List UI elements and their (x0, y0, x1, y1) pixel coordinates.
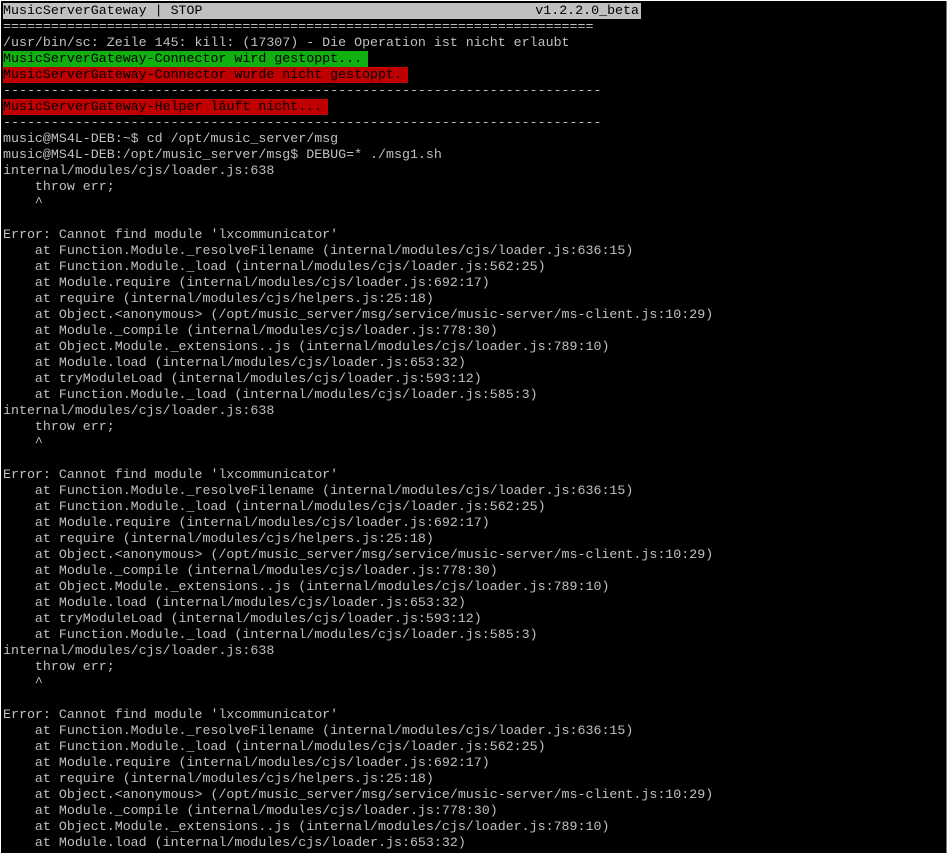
stack-trace-line: at Module.load (internal/modules/cjs/loa… (3, 355, 466, 370)
error-message-line: Error: Cannot find module 'lxcommunicato… (3, 467, 339, 482)
error-header-line: ^ (3, 195, 43, 210)
shell-command-line: music@MS4L-DEB:/opt/music_server/msg$ DE… (3, 147, 442, 162)
error-header-line: ^ (3, 435, 43, 450)
stack-trace-line: at Module.require (internal/modules/cjs/… (3, 755, 490, 770)
stack-trace-line: at Function.Module._load (internal/modul… (3, 259, 546, 274)
error-message-line: Error: Cannot find module 'lxcommunicato… (3, 707, 339, 722)
stack-trace-line: at tryModuleLoad (internal/modules/cjs/l… (3, 371, 482, 386)
stack-trace-line: at Object.<anonymous> (/opt/music_server… (3, 307, 714, 322)
stack-trace-line: at Object.Module._extensions..js (intern… (3, 339, 610, 354)
stack-trace-line: at Module.load (internal/modules/cjs/loa… (3, 595, 466, 610)
connector-stopping-line: MusicServerGateway-Connector wird gestop… (3, 51, 713, 67)
stack-trace-line: at Function.Module._resolveFilename (int… (3, 243, 634, 258)
helper-status-line: MusicServerGateway-Helper läuft nicht... (3, 99, 713, 115)
stack-trace-line: at Module._compile (internal/modules/cjs… (3, 803, 498, 818)
stack-trace-line: at Module._compile (internal/modules/cjs… (3, 563, 498, 578)
stack-trace-line: at Module.require (internal/modules/cjs/… (3, 275, 490, 290)
stack-trace-line: at Function.Module._load (internal/modul… (3, 499, 546, 514)
separator-single: ----------------------------------------… (3, 83, 602, 98)
error-header-line: throw err; (3, 419, 115, 434)
error-header-line: ^ (3, 675, 43, 690)
terminal-output: MusicServerGateway | STOP v1.2.2.0_beta =… (3, 3, 713, 851)
kill-error-line: /usr/bin/sc: Zeile 145: kill: (17307) - … (3, 35, 570, 50)
error-message-line: Error: Cannot find module 'lxcommunicato… (3, 227, 339, 242)
stack-trace-line: at Module._compile (internal/modules/cjs… (3, 323, 498, 338)
shell-command-line: music@MS4L-DEB:~$ cd /opt/music_server/m… (3, 131, 339, 146)
stack-trace-line: at Function.Module._load (internal/modul… (3, 387, 538, 402)
separator-double: ========================================… (3, 19, 594, 34)
version-text: v1.2.2.0_beta (535, 3, 639, 18)
error-header-line (3, 451, 713, 467)
separator-single: ----------------------------------------… (3, 115, 602, 130)
ok-badge: MusicServerGateway-Connector wird gestop… (3, 51, 369, 67)
stack-trace-line: at Object.Module._extensions..js (intern… (3, 819, 610, 834)
stack-trace-line: at Function.Module._resolveFilename (int… (3, 723, 634, 738)
stack-trace-line: at require (internal/modules/cjs/helpers… (3, 531, 434, 546)
title-text: MusicServerGateway | STOP (3, 3, 203, 18)
error-header-line (3, 211, 713, 227)
stack-trace-line: at Function.Module._load (internal/modul… (3, 627, 538, 642)
stack-trace-line: at Object.Module._extensions..js (intern… (3, 579, 610, 594)
stack-trace-line: at Object.<anonymous> (/opt/music_server… (3, 547, 714, 562)
stack-trace-line: at Object.<anonymous> (/opt/music_server… (3, 787, 714, 802)
error-header-line: internal/modules/cjs/loader.js:638 (3, 163, 275, 178)
connector-not-stopped-line: MusicServerGateway-Connector wurde nicht… (3, 67, 713, 83)
title-bar-line: MusicServerGateway | STOP v1.2.2.0_beta (3, 3, 713, 19)
stack-trace-line: at Function.Module._load (internal/modul… (3, 739, 546, 754)
stack-trace-line: at require (internal/modules/cjs/helpers… (3, 291, 434, 306)
error-header-line: internal/modules/cjs/loader.js:638 (3, 403, 275, 418)
error-header-line: throw err; (3, 179, 115, 194)
stack-trace-line: at tryModuleLoad (internal/modules/cjs/l… (3, 611, 482, 626)
terminal-window[interactable]: MusicServerGateway | STOP v1.2.2.0_beta =… (1, 1, 947, 853)
error-header-line (3, 691, 713, 707)
stack-trace-line: at Module.require (internal/modules/cjs/… (3, 515, 490, 530)
error-header-line: internal/modules/cjs/loader.js:638 (3, 643, 275, 658)
error-badge: MusicServerGateway-Connector wurde nicht… (3, 67, 408, 83)
stack-trace-line: at Module.load (internal/modules/cjs/loa… (3, 835, 466, 850)
error-header-line: throw err; (3, 659, 115, 674)
stack-trace-line: at Function.Module._resolveFilename (int… (3, 483, 634, 498)
error-badge: MusicServerGateway-Helper läuft nicht... (3, 99, 329, 115)
title-bar: MusicServerGateway | STOP v1.2.2.0_beta (3, 3, 641, 19)
stack-trace-line: at require (internal/modules/cjs/helpers… (3, 771, 434, 786)
